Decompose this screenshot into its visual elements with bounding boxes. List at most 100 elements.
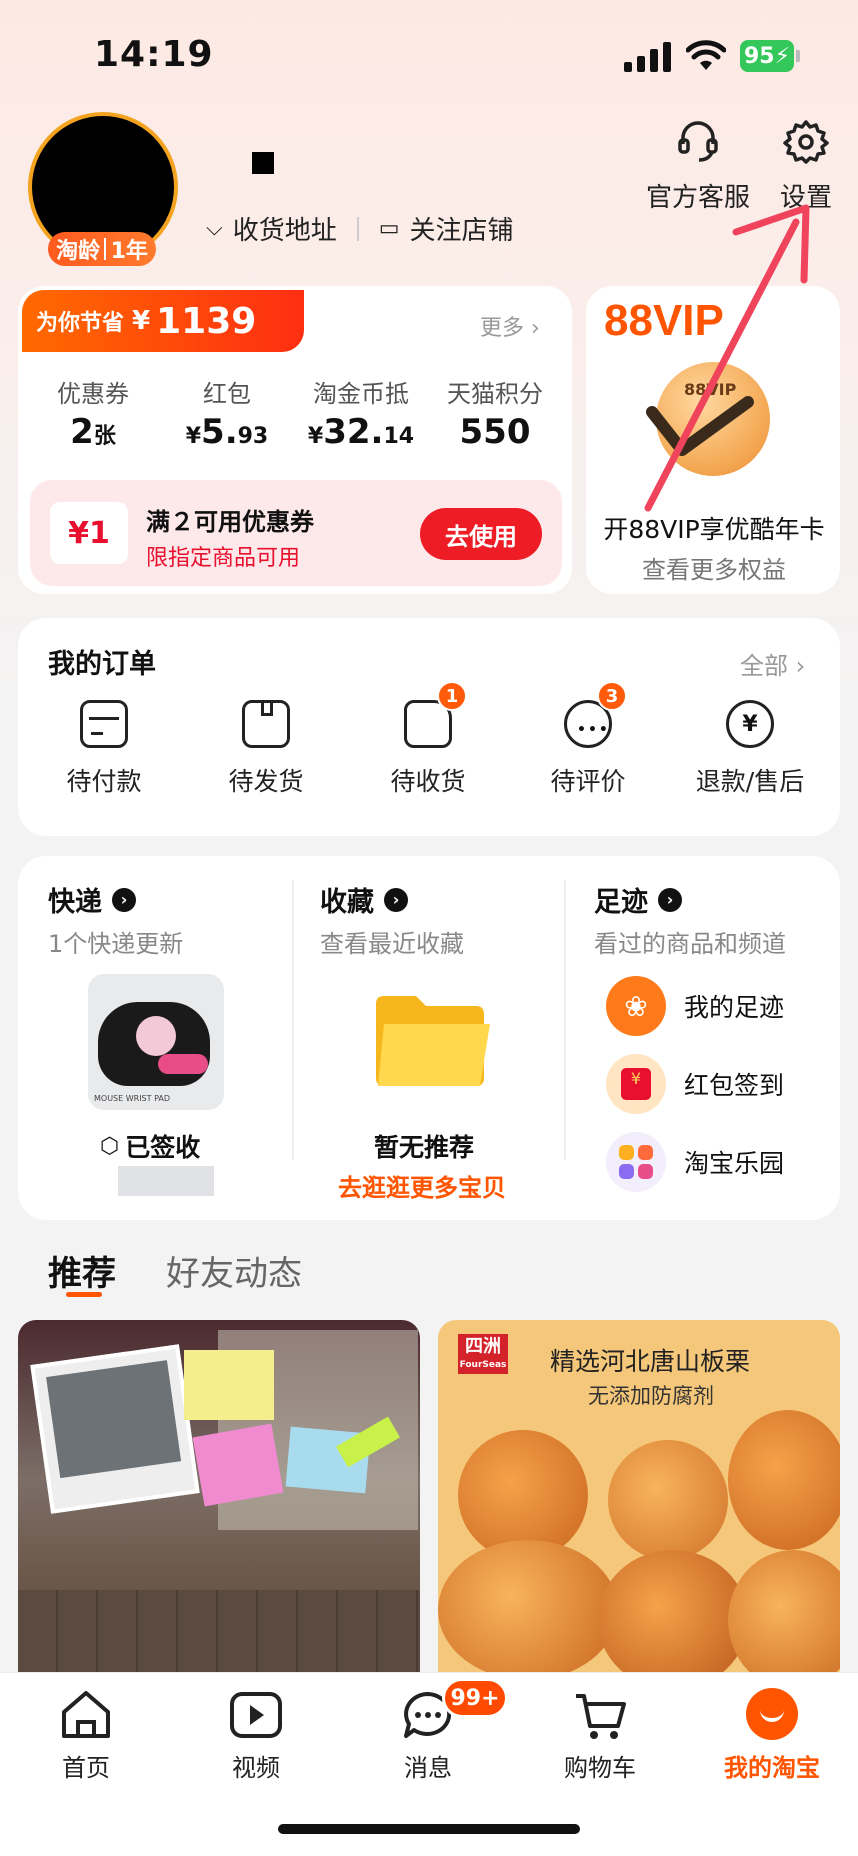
customer-service-button[interactable]: 官方客服 [642, 118, 754, 214]
orders-all-link[interactable]: 全部 › [740, 646, 805, 681]
cellular-signal-icon [624, 42, 671, 72]
refund-icon: ¥ [726, 700, 774, 748]
red-envelope-icon: ¥ [606, 1054, 666, 1114]
taobao-face-icon [746, 1688, 798, 1740]
apps-grid-icon [606, 1132, 666, 1192]
shop-icon: ▭ [378, 216, 400, 241]
divider [356, 216, 359, 241]
favorites-title[interactable]: 收藏 › [320, 880, 408, 919]
shipping-address-link[interactable]: 收货地址 [233, 210, 337, 247]
nav-my-taobao[interactable]: 我的淘宝 [712, 1688, 832, 1783]
footprint-item-history[interactable]: ❀ 我的足迹 [606, 976, 784, 1036]
favorites-empty: 暂无推荐 [374, 1133, 475, 1162]
product-card-chestnut[interactable]: 四洲 FourSeas 精选河北唐山板栗 无添加防腐剂 [438, 1320, 840, 1674]
favorites-title-text: 收藏 [320, 887, 374, 918]
home-icon [62, 1691, 110, 1738]
use-coupon-button[interactable]: 去使用 [420, 508, 542, 560]
express-title[interactable]: 快递 › [48, 880, 136, 919]
asset-label[interactable]: 天猫积分 [430, 374, 560, 409]
video-icon [230, 1692, 282, 1738]
footprint-label: 淘宝乐园 [684, 1149, 785, 1178]
product-card-photo-holder[interactable] [18, 1320, 420, 1674]
comment-icon: ••• 3 [564, 681, 627, 748]
order-label: 待收货 [390, 767, 466, 796]
footprint-item-checkin[interactable]: ¥ 红包签到 [606, 1054, 784, 1114]
tab-recommend[interactable]: 推荐 [48, 1246, 116, 1295]
vip-subtitle: 查看更多权益 [642, 556, 786, 584]
wifi-icon [686, 40, 726, 70]
asset-label[interactable]: 淘金币抵 [296, 374, 426, 409]
settings-button[interactable]: 设置 [766, 118, 846, 214]
footprint-item-paradise[interactable]: 淘宝乐园 [606, 1132, 784, 1192]
express-status: ⬡ 已签收 [100, 1128, 200, 1164]
express-subtitle: 1个快递更新 [48, 930, 184, 958]
wallet-icon [80, 700, 128, 748]
nav-video[interactable]: 视频 [196, 1688, 316, 1783]
nav-label: 视频 [232, 1754, 280, 1782]
folder-icon [376, 996, 490, 1086]
footprints-subtitle: 看过的商品和频道 [594, 930, 786, 958]
order-refund-aftersales[interactable]: ¥ 退款/售后 [670, 700, 830, 798]
asset-labels: 优惠券 红包 淘金币抵 天猫积分 [28, 374, 560, 409]
nav-label: 购物车 [564, 1754, 636, 1782]
badge-count: 3 [597, 681, 627, 711]
coupon-count[interactable]: 2张 [28, 412, 158, 452]
footprint-label: 我的足迹 [684, 993, 785, 1022]
savings-banner[interactable]: 为你节省 ¥ 1139 [22, 290, 304, 352]
username-redacted [252, 152, 274, 174]
box-icon: ⬡ [100, 1133, 120, 1159]
savings-amount: 1139 [156, 300, 257, 342]
profile-links: ⌵ 收货地址 ▭ 关注店铺 [206, 210, 514, 247]
product-caption: MOUSE WRIST PAD [94, 1094, 171, 1103]
savings-label: 为你节省 [36, 311, 125, 336]
tracking-redacted [118, 1166, 214, 1196]
coupon-ticket-icon: ¥1 [50, 502, 128, 564]
message-badge: 99+ [442, 1678, 508, 1718]
brand-logo: 四洲 FourSeas [458, 1334, 508, 1374]
nav-label: 首页 [62, 1754, 110, 1782]
vip-title: 88VIP [604, 296, 724, 345]
product-title: 精选河北唐山板栗 [550, 1347, 751, 1376]
followed-shops-link[interactable]: 关注店铺 [410, 210, 514, 247]
express-status-text: 已签收 [125, 1133, 201, 1162]
nav-label: 消息 [404, 1754, 452, 1782]
cart-icon [576, 1694, 626, 1739]
divider [564, 880, 566, 1160]
nav-cart[interactable]: 购物车 [540, 1688, 660, 1783]
order-label: 待评价 [550, 767, 626, 796]
chevron-right-icon: › [658, 887, 682, 912]
badge-count: 1 [437, 681, 467, 711]
package-icon [242, 700, 290, 748]
battery-cap [796, 50, 800, 62]
savings-more-link[interactable]: 更多 › [480, 310, 540, 342]
red-packet-value[interactable]: ¥5.93 [162, 412, 292, 452]
order-pending-payment[interactable]: 待付款 [24, 700, 184, 798]
badge-age-label: 淘龄 [56, 239, 101, 264]
active-tab-indicator [66, 1292, 102, 1297]
chevron-right-icon: › [384, 887, 408, 912]
vip-coin-icon: 88VIP [646, 362, 770, 476]
coupon-title: 满２可用优惠券 [146, 508, 314, 536]
customer-service-label: 官方客服 [645, 183, 750, 213]
badge-age-value: 1年 [110, 239, 148, 264]
express-product-image[interactable]: MOUSE WRIST PAD [88, 974, 224, 1110]
asset-label[interactable]: 优惠券 [28, 374, 158, 409]
footprints-title[interactable]: 足迹 › [594, 880, 682, 919]
order-pending-receipt[interactable]: 1 待收货 [348, 681, 508, 798]
order-pending-shipment[interactable]: 待发货 [186, 700, 346, 798]
asset-label[interactable]: 红包 [162, 374, 292, 409]
browse-more-link[interactable]: 去逛逛更多宝贝 [338, 1168, 506, 1203]
order-pending-review[interactable]: ••• 3 待评价 [508, 681, 668, 798]
nav-home[interactable]: 首页 [26, 1688, 146, 1783]
taobao-age-badge: 淘龄 1年 [48, 232, 156, 266]
tmall-points-value[interactable]: 550 [430, 412, 560, 452]
taojinbi-value[interactable]: ¥32.14 [296, 412, 426, 452]
tab-friends[interactable]: 好友动态 [166, 1246, 302, 1295]
paw-icon: ❀ [606, 976, 666, 1036]
checkmark-icon [646, 396, 754, 456]
home-indicator [278, 1824, 580, 1834]
orders-title: 我的订单 [48, 649, 156, 680]
chevron-right-icon: › [112, 887, 136, 912]
headset-icon [678, 121, 718, 162]
truck-icon: 1 [404, 681, 467, 748]
